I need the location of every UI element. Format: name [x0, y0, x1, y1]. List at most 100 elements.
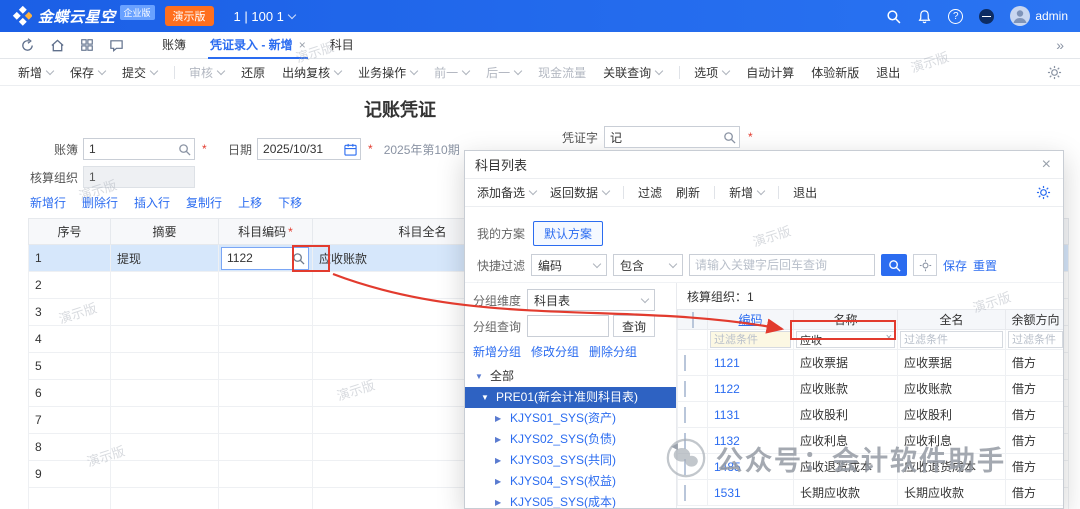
- related-query-button[interactable]: 关联查询: [603, 64, 662, 81]
- table-row[interactable]: 1131应收股利应收股利借方: [678, 402, 1064, 428]
- date-input[interactable]: [263, 140, 337, 158]
- voucher-word-magnifier-icon[interactable]: [723, 131, 736, 144]
- close-icon[interactable]: ×: [1040, 156, 1053, 174]
- add-row-link[interactable]: 新增行: [30, 194, 66, 211]
- row-checkbox[interactable]: [678, 402, 708, 428]
- home-icon[interactable]: [50, 38, 65, 53]
- toolbar-divider: [714, 186, 715, 199]
- default-scheme-button[interactable]: 默认方案: [533, 221, 603, 246]
- dialog-exit-button[interactable]: 退出: [793, 184, 817, 201]
- user-menu[interactable]: admin: [1010, 6, 1068, 26]
- try-new-version-button[interactable]: 体验新版: [811, 64, 859, 81]
- message-icon[interactable]: [109, 38, 124, 53]
- clear-filter-icon[interactable]: ×: [886, 333, 892, 344]
- toolbar-settings-gear-icon[interactable]: [1047, 65, 1062, 80]
- add-candidate-button[interactable]: 添加备选: [477, 184, 536, 201]
- refresh-button[interactable]: 刷新: [676, 184, 700, 201]
- add-group-link[interactable]: 新增分组: [473, 343, 521, 360]
- tree-item-assets[interactable]: ▶KJYS01_SYS(资产): [465, 408, 676, 429]
- delete-row-link[interactable]: 删除行: [82, 194, 118, 211]
- business-operation-button[interactable]: 业务操作: [358, 64, 417, 81]
- tab-close-icon[interactable]: ×: [299, 38, 306, 52]
- row-checkbox[interactable]: [678, 376, 708, 402]
- tree-root-item[interactable]: ▼全部: [465, 366, 676, 387]
- edit-group-link[interactable]: 修改分组: [531, 343, 579, 360]
- search-icon[interactable]: [886, 9, 901, 24]
- select-all-checkbox[interactable]: [678, 310, 708, 330]
- fullname-filter-input[interactable]: [900, 331, 1003, 348]
- direction-filter-input[interactable]: [1008, 331, 1063, 348]
- scheme-row: 我的方案 默认方案: [477, 221, 1051, 246]
- dialog-settings-gear-icon[interactable]: [1036, 185, 1051, 200]
- tab-account-books[interactable]: 账簿: [150, 32, 198, 59]
- minimize-icon[interactable]: [979, 9, 994, 24]
- tab-accounts[interactable]: 科目: [318, 32, 366, 59]
- tree-item-pre01[interactable]: ▼PRE01(新会计准则科目表): [465, 387, 676, 408]
- org-account-selector[interactable]: 1 | 100 1: [234, 9, 295, 24]
- filter-button[interactable]: 过滤: [638, 184, 662, 201]
- required-marker: *: [748, 130, 753, 144]
- tree-item-common[interactable]: ▶KJYS03_SYS(共同): [465, 450, 676, 471]
- refresh-icon[interactable]: [20, 38, 35, 53]
- restore-button[interactable]: 还原: [241, 64, 265, 81]
- filter-operator-select[interactable]: 包含: [613, 254, 683, 276]
- account-code-edit-cell[interactable]: 1122: [221, 247, 309, 270]
- org-info-text: 核算组织：1: [687, 288, 1053, 305]
- group-panel: 分组维度 科目表 分组查询 查询 新增分组 修改分组 删除分组 ▼全部 ▼PRE…: [465, 283, 677, 508]
- row-checkbox[interactable]: [678, 428, 708, 454]
- apps-grid-icon[interactable]: [80, 38, 94, 52]
- auto-calc-button[interactable]: 自动计算: [746, 64, 794, 81]
- col-header-code[interactable]: 编码: [708, 310, 794, 330]
- filter-field-select[interactable]: 编码: [531, 254, 607, 276]
- code-filter-input[interactable]: [710, 331, 791, 348]
- delete-group-link[interactable]: 删除分组: [589, 343, 637, 360]
- calendar-icon[interactable]: [344, 143, 357, 156]
- dialog-new-button[interactable]: 新增: [729, 184, 764, 201]
- book-lookup-magnifier-icon[interactable]: [178, 143, 191, 156]
- move-up-link[interactable]: 上移: [238, 194, 262, 211]
- book-input[interactable]: [89, 140, 169, 158]
- table-row[interactable]: 1531长期应收款长期应收款借方: [678, 480, 1064, 506]
- account-list-dialog: 科目列表 × 添加备选 返回数据 过滤 刷新 新增 退出 我的方案 默认方案 快…: [464, 150, 1064, 509]
- panel-collapse-icon[interactable]: ◀: [671, 441, 678, 452]
- table-row[interactable]: 1122应收账款应收账款借方: [678, 376, 1064, 402]
- save-button[interactable]: 保存: [70, 64, 105, 81]
- help-icon[interactable]: ?: [948, 9, 963, 24]
- group-query-button[interactable]: 查询: [613, 315, 655, 337]
- options-button[interactable]: 选项: [694, 64, 729, 81]
- tab-voucher-entry-new[interactable]: 凭证录入 - 新增×: [198, 32, 318, 59]
- table-row[interactable]: 1132应收利息应收利息借方: [678, 428, 1064, 454]
- tree-item-liabilities[interactable]: ▶KJYS02_SYS(负债): [465, 429, 676, 450]
- move-down-link[interactable]: 下移: [278, 194, 302, 211]
- copy-row-link[interactable]: 复制行: [186, 194, 222, 211]
- tree-item-cost[interactable]: ▶KJYS05_SYS(成本): [465, 492, 676, 508]
- notification-bell-icon[interactable]: [917, 9, 932, 24]
- insert-row-link[interactable]: 插入行: [134, 194, 170, 211]
- account-lookup-magnifier-icon[interactable]: [292, 252, 305, 265]
- group-dimension-select[interactable]: 科目表: [527, 289, 655, 311]
- new-button[interactable]: 新增: [18, 64, 53, 81]
- audit-button: 审核: [189, 64, 224, 81]
- table-row[interactable]: 1485应收退货成本应收退货成本借方: [678, 454, 1064, 480]
- col-header-direction[interactable]: 余额方向: [1006, 310, 1064, 330]
- row-checkbox[interactable]: [678, 350, 708, 376]
- save-filter-link[interactable]: 保存: [943, 257, 967, 274]
- submit-button[interactable]: 提交: [122, 64, 157, 81]
- table-row[interactable]: 1121应收票据应收票据借方: [678, 350, 1064, 376]
- return-data-button[interactable]: 返回数据: [550, 184, 609, 201]
- more-tabs-icon[interactable]: »: [1050, 37, 1070, 53]
- cashier-review-button[interactable]: 出纳复核: [282, 64, 341, 81]
- name-filter-input[interactable]: [796, 331, 895, 348]
- col-header-fullname[interactable]: 全名: [898, 310, 1006, 330]
- reset-filter-link[interactable]: 重置: [973, 257, 997, 274]
- col-header-name[interactable]: 名称: [794, 310, 898, 330]
- filter-settings-gear-icon[interactable]: [913, 254, 937, 276]
- exit-button[interactable]: 退出: [876, 64, 900, 81]
- search-button[interactable]: [881, 254, 907, 276]
- row-checkbox[interactable]: [678, 454, 708, 480]
- group-query-input[interactable]: [527, 315, 609, 337]
- tree-item-equity[interactable]: ▶KJYS04_SYS(权益): [465, 471, 676, 492]
- row-checkbox[interactable]: [678, 480, 708, 506]
- voucher-word-input[interactable]: [610, 128, 710, 146]
- keyword-search-input[interactable]: [689, 254, 875, 276]
